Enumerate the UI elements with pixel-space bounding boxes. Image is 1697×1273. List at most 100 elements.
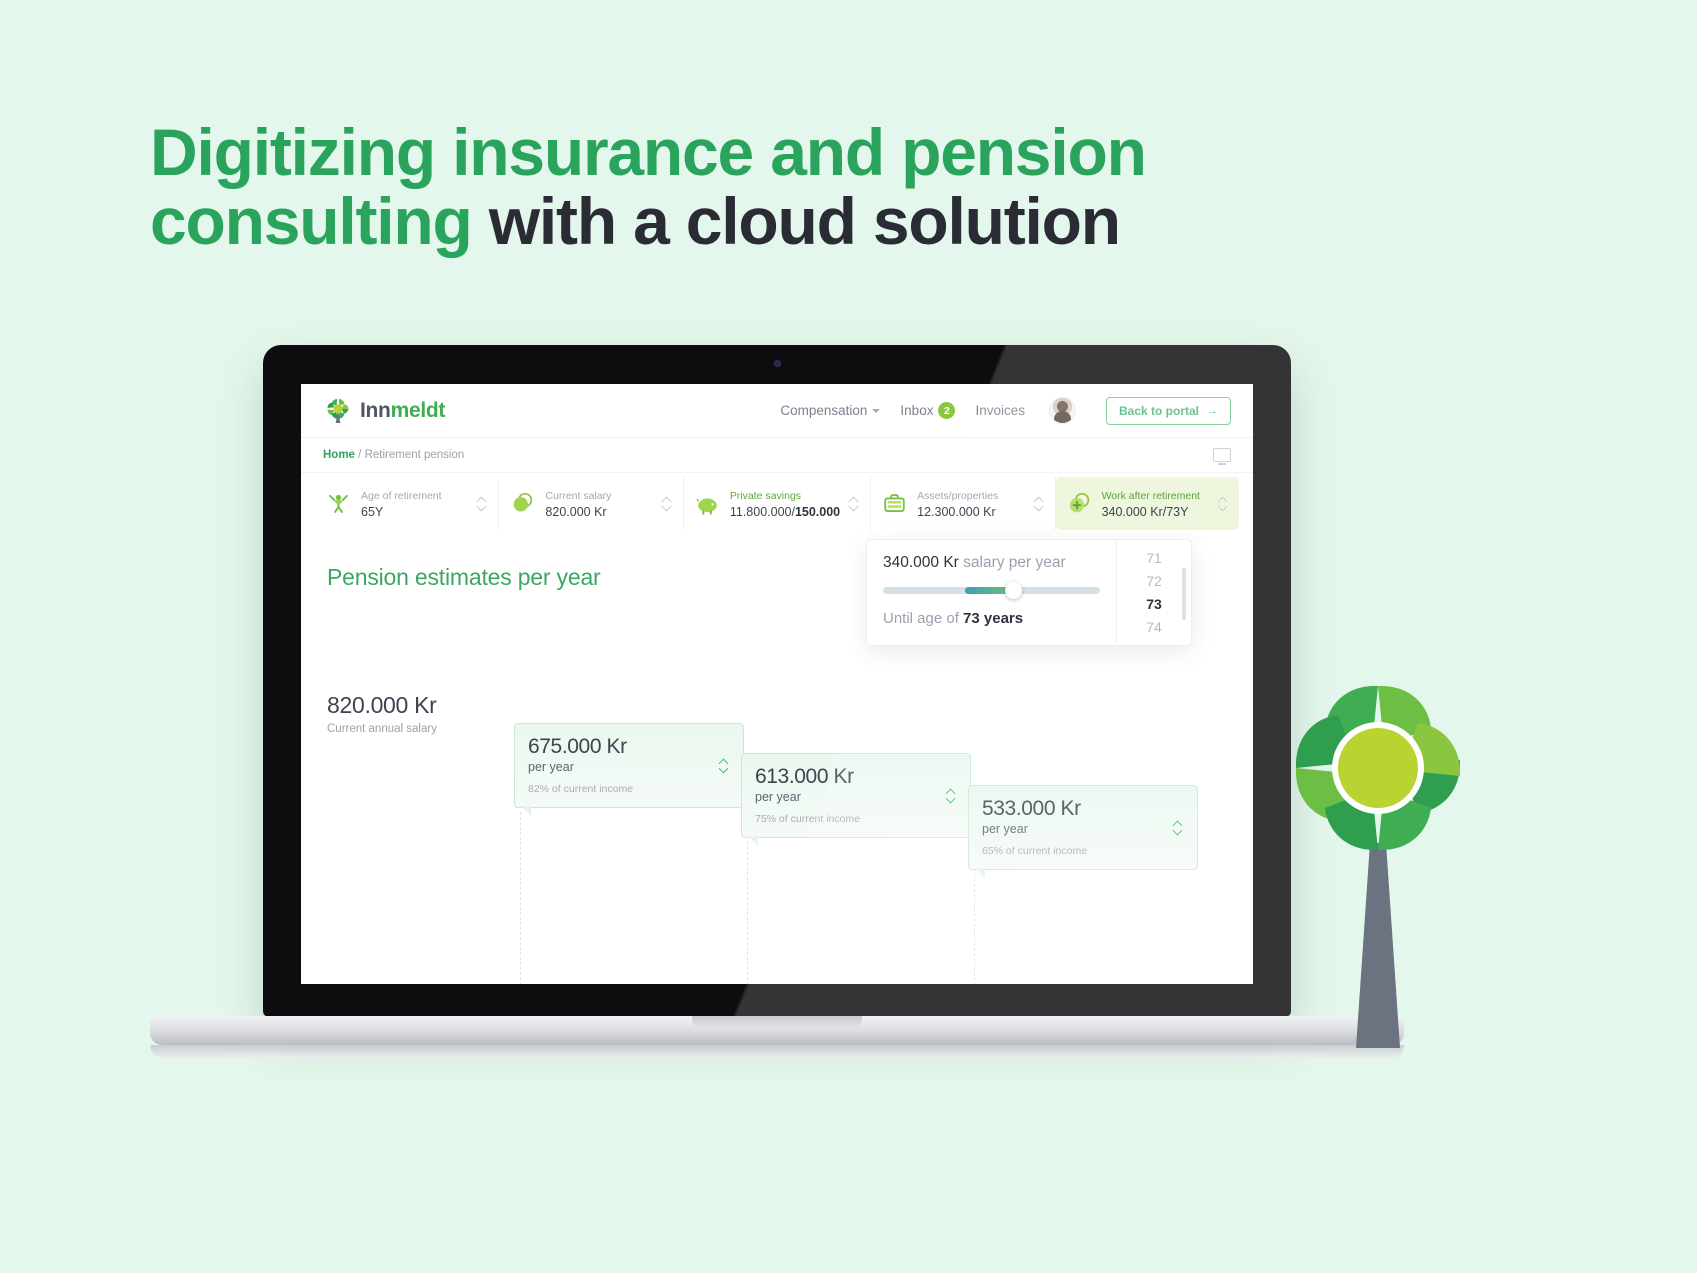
estimate-dropline-2	[747, 841, 748, 984]
current-salary-label: Current annual salary	[327, 722, 437, 735]
estimate-row-1: per year	[528, 758, 730, 774]
back-to-portal-button[interactable]: Back to portal →	[1105, 396, 1231, 425]
current-salary-value: 820.000 Kr	[327, 691, 437, 718]
nav-label-invoices: Invoices	[975, 403, 1025, 418]
nav-label-inbox: Inbox	[900, 403, 934, 418]
stepper-estimate-3[interactable]	[1173, 821, 1184, 834]
estimate-card-3[interactable]: 533.000 Kr per year 65% of current incom…	[968, 784, 1198, 878]
stat-text-private-savings: Private savings 11.800.000/150.000	[730, 486, 840, 521]
popover-amount-row: 340.000 Kr salary per year	[883, 554, 1100, 573]
stat-card-age-of-retirement[interactable]: Age of retirement 65Y	[315, 477, 500, 530]
page-headline: Digitizing insurance and pension consult…	[150, 118, 1330, 255]
back-to-portal-label: Back to portal	[1118, 403, 1199, 418]
person-jumping-icon	[325, 490, 352, 517]
webcam-icon	[774, 360, 781, 367]
popover-amount: 340.000 Kr	[883, 554, 959, 571]
popover-body: 340.000 Kr salary per year Until age of …	[867, 540, 1116, 645]
stat-value-private-savings-main: 11.800.000/	[729, 505, 795, 519]
estimate-row-2: per year	[755, 788, 957, 804]
estimate-value-3: 533.000 Kr	[982, 796, 1081, 820]
briefcase-icon	[881, 490, 908, 517]
app-screen: Innmeldt Compensation Inbox 2 Invoices B…	[301, 384, 1253, 984]
stepper-assets-properties[interactable]	[1034, 497, 1045, 510]
popover-until-prefix: Until age of	[883, 609, 964, 627]
popover-until-row: Until age of 73 years	[883, 610, 1100, 627]
laptop-screen-bezel: Innmeldt Compensation Inbox 2 Invoices B…	[263, 345, 1291, 1017]
year-picker-scrollbar[interactable]	[1182, 568, 1186, 620]
stat-card-current-salary[interactable]: Current salary 820.000 Kr	[499, 477, 684, 530]
salary-slider[interactable]	[883, 581, 1100, 599]
estimate-tail-1	[521, 805, 531, 816]
popover-amount-suffix: salary per year	[958, 554, 1066, 571]
nav-item-compensation[interactable]: Compensation	[780, 403, 881, 418]
stat-card-work-after-retirement[interactable]: Work after retirement 340.000 Kr/73Y	[1055, 477, 1239, 530]
estimate-card-2[interactable]: 613.000 Kr per year 75% of current incom…	[741, 752, 971, 846]
estimate-row-3: per year	[982, 820, 1184, 836]
estimate-card-1[interactable]: 675.000 Kr per year 82% of current incom…	[514, 722, 744, 816]
stat-value-private-savings-bold: 150.000	[794, 505, 841, 519]
year-option-72[interactable]: 72	[1146, 573, 1162, 589]
year-option-71[interactable]: 71	[1146, 550, 1162, 566]
headline-line2-dark: with a cloud solution	[488, 183, 1121, 258]
year-option-74[interactable]: 74	[1146, 619, 1162, 635]
stat-value-private-savings: 11.800.000/150.000	[730, 504, 840, 521]
app-logo[interactable]: Innmeldt	[323, 396, 445, 426]
avatar[interactable]	[1048, 397, 1076, 424]
breadcrumb: Home / Retirement pension	[323, 449, 464, 461]
estimate-per-1: per year	[528, 759, 574, 774]
stat-card-private-savings[interactable]: Private savings 11.800.000/150.000	[684, 477, 872, 530]
year-option-73[interactable]: 73	[1146, 596, 1162, 612]
stepper-private-savings[interactable]	[849, 497, 860, 510]
inbox-badge: 2	[938, 402, 956, 419]
laptop-trackpad-notch	[692, 1016, 862, 1029]
laptop-base	[150, 1016, 1404, 1045]
estimate-tail-3	[975, 867, 985, 878]
monitor-icon[interactable]	[1213, 448, 1231, 465]
laptop-mockup: Innmeldt Compensation Inbox 2 Invoices B…	[150, 345, 1404, 1059]
breadcrumb-home[interactable]: Home	[323, 449, 355, 461]
stepper-current-salary[interactable]	[662, 497, 673, 510]
laptop-base-front	[150, 1045, 1404, 1059]
add-coin-icon	[1066, 490, 1093, 517]
year-picker-list[interactable]: 71 72 73 74	[1116, 540, 1191, 645]
work-after-retirement-popover: 340.000 Kr salary per year Until age of …	[866, 539, 1192, 646]
estimate-pct-2: 75% of current income	[755, 812, 861, 825]
nav-item-invoices[interactable]: Invoices	[975, 403, 1025, 418]
headline-line2-green: consulting	[150, 183, 489, 258]
nav-item-inbox[interactable]: Inbox 2	[900, 402, 956, 419]
stat-label-age-of-retirement: Age of retirement	[361, 490, 442, 502]
current-salary-block: 820.000 Kr Current annual salary	[327, 692, 437, 735]
stat-text-age-of-retirement: Age of retirement 65Y	[361, 486, 468, 521]
salary-slider-handle[interactable]	[1005, 581, 1023, 599]
nav-label-compensation: Compensation	[780, 403, 868, 418]
breadcrumb-row: Home / Retirement pension	[301, 438, 1253, 473]
estimate-per-2: per year	[755, 789, 801, 804]
stepper-work-after-retirement[interactable]	[1218, 497, 1229, 510]
stat-value-work-after-retirement: 340.000 Kr/73Y	[1101, 505, 1189, 519]
breadcrumb-current: Retirement pension	[364, 449, 465, 461]
chevron-down-icon	[872, 408, 881, 413]
stat-label-assets-properties: Assets/properties	[917, 490, 999, 502]
estimate-tail-2	[748, 835, 758, 846]
breadcrumb-separator: /	[358, 449, 362, 461]
tree-logo-icon	[323, 396, 353, 426]
stepper-age-of-retirement[interactable]	[477, 497, 488, 510]
stat-label-private-savings: Private savings	[729, 490, 802, 502]
stepper-estimate-1[interactable]	[719, 759, 730, 772]
stat-text-assets-properties: Assets/properties 12.300.000 Kr	[917, 486, 1024, 521]
headline-line1: Digitizing insurance and pension	[150, 115, 1147, 189]
app-header: Innmeldt Compensation Inbox 2 Invoices B…	[301, 384, 1253, 438]
popover-until-value: 73 years	[963, 609, 1024, 627]
arrow-right-icon: →	[1207, 404, 1218, 417]
estimate-pct-3: 65% of current income	[982, 844, 1088, 857]
stat-card-assets-properties[interactable]: Assets/properties 12.300.000 Kr	[871, 477, 1056, 530]
stat-label-work-after-retirement: Work after retirement	[1101, 490, 1200, 502]
stepper-estimate-2[interactable]	[946, 789, 957, 802]
stat-value-assets-properties: 12.300.000 Kr	[917, 505, 996, 519]
estimate-value-2: 613.000 Kr	[755, 764, 854, 788]
stat-text-current-salary: Current salary 820.000 Kr	[545, 486, 652, 521]
main-nav: Compensation Inbox 2 Invoices Back to po…	[780, 396, 1231, 425]
stat-label-current-salary: Current salary	[545, 490, 612, 502]
stat-cards-row: Age of retirement 65Y Current salary 820…	[301, 473, 1253, 530]
estimate-dropline-3	[974, 873, 975, 984]
